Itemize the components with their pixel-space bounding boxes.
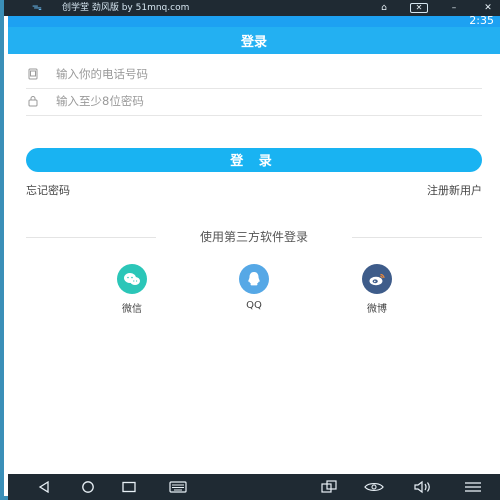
weibo-label: 微博 xyxy=(367,304,387,315)
phone-input[interactable] xyxy=(54,66,418,82)
recents-icon[interactable] xyxy=(119,480,139,494)
nav-icons xyxy=(8,474,500,500)
emulator-title: 创学堂 劲风版 by 51mnq.com xyxy=(62,3,190,13)
wechat-label: 微信 xyxy=(122,304,142,315)
status-time: 2:35 xyxy=(469,14,494,27)
home-nav-icon[interactable] xyxy=(78,480,98,494)
menu-icon[interactable] xyxy=(463,480,483,494)
wechat-icon xyxy=(117,264,147,294)
qq-login[interactable]: QQ xyxy=(224,264,284,311)
qq-icon xyxy=(239,264,269,294)
lock-icon xyxy=(26,94,40,108)
volume-icon[interactable] xyxy=(413,480,433,494)
emulator-title-bar: ᯓ 创学堂 劲风版 by 51mnq.com ⌂ ✕ – ✕ xyxy=(4,0,500,16)
close-icon[interactable]: ✕ xyxy=(410,3,428,13)
phone-field xyxy=(26,60,482,89)
nav-bar xyxy=(8,474,500,500)
password-field xyxy=(26,87,482,116)
app-header: 登录 xyxy=(8,27,500,54)
rotate-icon[interactable] xyxy=(319,480,339,494)
minimize-icon[interactable]: – xyxy=(446,3,462,13)
password-input[interactable] xyxy=(54,93,418,109)
status-bar: 2:35 xyxy=(8,14,500,27)
login-form: 登 录 忘记密码 注册新用户 使用第三方软件登录 微信 xyxy=(8,54,500,474)
weibo-login[interactable]: 微博 xyxy=(347,264,407,315)
wechat-login[interactable]: 微信 xyxy=(102,264,162,315)
back-icon[interactable] xyxy=(34,480,54,494)
keyboard-icon[interactable] xyxy=(168,480,188,494)
emulator-window: ᯓ 创学堂 劲风版 by 51mnq.com ⌂ ✕ – ✕ 2:35 登录 输… xyxy=(0,0,500,500)
phone-icon xyxy=(26,67,40,81)
login-button[interactable]: 登 录 xyxy=(26,148,482,172)
qq-label: QQ xyxy=(246,300,262,311)
exit-icon[interactable]: ✕ xyxy=(480,3,496,13)
emulator-logo: ᯓ xyxy=(32,2,42,13)
weibo-icon xyxy=(362,264,392,294)
page-title: 登录 xyxy=(240,35,267,50)
forgot-password-link[interactable]: 忘记密码 xyxy=(26,182,70,198)
home-icon[interactable]: ⌂ xyxy=(376,3,392,13)
register-link[interactable]: 注册新用户 xyxy=(427,182,482,198)
divider-right xyxy=(352,237,482,238)
eye-icon[interactable] xyxy=(364,480,384,494)
